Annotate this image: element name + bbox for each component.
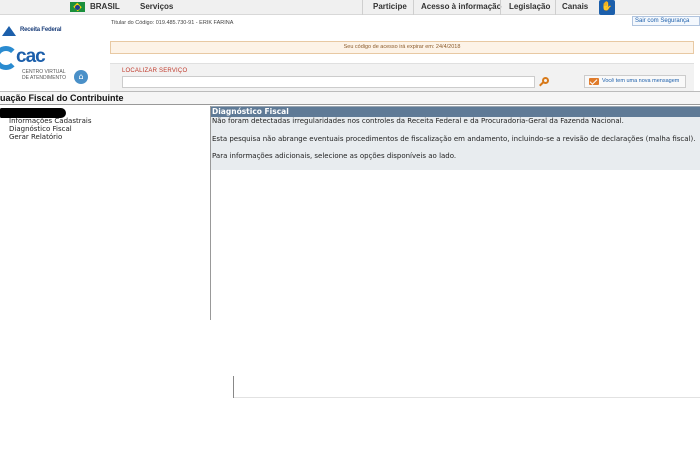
ecac-subtitle-line-2: DE ATENDIMENTO [22,75,66,81]
search-label: LOCALIZAR SERVIÇO [122,68,188,74]
country-link[interactable]: BRASIL [90,2,120,11]
divider [555,0,556,15]
titular-info: Titular do Código: 019.485.730-91 - ERIK… [111,20,234,26]
page-title: uação Fiscal do Contribuinte [0,91,700,105]
menu-item-gerar-relatorio[interactable]: Gerar Relatório [9,133,62,141]
divider [234,397,700,398]
receita-federal-logo[interactable]: Receita Federal [2,26,62,38]
search-input[interactable] [122,76,535,88]
gov-top-bar: BRASIL Serviços Participe Acesso à infor… [0,0,700,15]
accessibility-icon[interactable]: ✋ [599,0,615,15]
ecac-logo[interactable]: cac CENTRO VIRTUAL DE ATENDIMENTO [0,42,70,88]
divider [362,0,363,15]
divider [233,376,234,398]
menu-item-informacoes-cadastrais[interactable]: Informações Cadastrais [9,117,91,125]
brand-name: Receita Federal [20,27,62,33]
services-link[interactable]: Serviços [140,2,173,11]
divider [500,0,501,15]
brazil-flag-icon [70,2,85,12]
participe-link[interactable]: Participe [373,2,407,11]
content-line-3: Para informações adicionais, selecione a… [212,152,457,160]
search-icon[interactable] [539,77,549,87]
legislacao-link[interactable]: Legislação [509,2,550,11]
receita-federal-mark-icon [2,26,16,36]
home-icon[interactable]: ⌂ [74,70,88,84]
search-panel: LOCALIZAR SERVIÇO Você tem uma nova mens… [110,63,694,91]
canais-link[interactable]: Canais [562,2,588,11]
content-panel: Diagnóstico Fiscal Não foram detectadas … [211,106,700,170]
acesso-informacao-link[interactable]: Acesso à informação [421,2,501,11]
content-heading: Diagnóstico Fiscal [211,107,700,117]
new-message-button[interactable]: Você tem uma nova mensagem [584,75,686,88]
expire-notice: Seu código de acesso irá expirar em: 24/… [110,41,694,54]
mail-icon [589,78,599,85]
content-line-1: Não foram detectadas irregularidades nos… [212,117,624,125]
content-line-2: Esta pesquisa não abrange eventuais proc… [212,135,696,143]
logout-button[interactable]: Sair com Segurança [632,16,700,26]
menu-item-diagnostico-fiscal[interactable]: Diagnóstico Fiscal [9,125,72,133]
ecac-subtitle: CENTRO VIRTUAL DE ATENDIMENTO [22,69,66,81]
divider [413,0,414,15]
new-message-label: Você tem uma nova mensagem [602,78,680,84]
ecac-wordmark: cac [16,46,46,67]
